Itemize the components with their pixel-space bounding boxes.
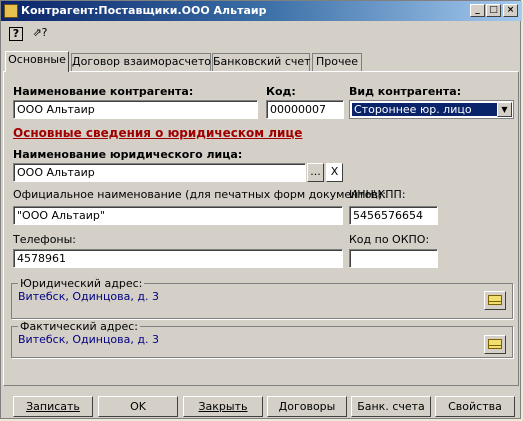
legal-address-label: Юридический адрес:	[18, 277, 145, 290]
section-title: Основные сведения о юридическом лице	[13, 126, 303, 140]
close-button[interactable]: ×	[503, 4, 518, 17]
type-label: Вид контрагента:	[349, 85, 462, 98]
properties-button[interactable]: Свойства	[435, 396, 515, 417]
type-select-value: Стороннее юр. лицо	[352, 103, 501, 116]
inn-label: ИНН\КПП:	[349, 188, 406, 201]
maximize-button[interactable]: □	[486, 4, 501, 17]
select-button[interactable]: ...	[307, 163, 324, 182]
official-name-field[interactable]: "ООО Альтаир"	[13, 206, 343, 225]
name-field[interactable]: ООО Альтаир	[13, 100, 258, 119]
name-label: Наименование контрагента:	[13, 85, 194, 98]
inn-field[interactable]: 5456576654	[349, 206, 438, 225]
chevron-down-icon[interactable]: ▼	[497, 102, 512, 117]
app-icon	[4, 4, 18, 18]
code-field[interactable]: 00000007	[266, 100, 344, 119]
phones-label: Телефоны:	[13, 233, 77, 246]
okpo-label: Код по ОКПО:	[349, 233, 430, 246]
type-select[interactable]: Стороннее юр. лицо ▼	[349, 100, 514, 119]
code-label: Код:	[266, 85, 296, 98]
tab-main[interactable]: Основные	[5, 51, 69, 72]
window-title: Контрагент:Поставщики.ООО Альтаир	[21, 4, 267, 17]
envelope-icon	[488, 339, 502, 349]
help-icon[interactable]: ?	[9, 27, 23, 41]
legal-address-group: Юридический адрес: Витебск, Одинцова, д.…	[11, 277, 513, 319]
save-button[interactable]: Записать	[13, 396, 93, 417]
ok-button[interactable]: OK	[98, 396, 178, 417]
actual-address-label: Фактический адрес:	[18, 320, 141, 333]
envelope-icon	[488, 295, 502, 305]
tab-other[interactable]: Прочее	[312, 53, 362, 71]
okpo-field[interactable]	[349, 249, 438, 268]
minimize-button[interactable]: _	[470, 4, 485, 17]
legal-name-label: Наименование юридического лица:	[13, 148, 243, 161]
legal-address-value: Витебск, Одинцова, д. 3	[18, 290, 159, 303]
close-form-button[interactable]: Закрыть	[183, 396, 263, 417]
actual-address-value: Витебск, Одинцова, д. 3	[18, 333, 159, 346]
phones-field[interactable]: 4578961	[13, 249, 343, 268]
actual-address-edit-button[interactable]	[484, 335, 506, 354]
bank-accounts-button[interactable]: Банк. счета	[351, 396, 431, 417]
title-bar[interactable]: Контрагент:Поставщики.ООО Альтаир _ □ ×	[1, 1, 522, 21]
tab-bank-account[interactable]: Банковский счет	[212, 53, 311, 71]
legal-address-edit-button[interactable]	[484, 291, 506, 310]
whats-this-icon[interactable]: ⇗?	[31, 25, 49, 41]
official-name-label: Официальное наименование (для печатных ф…	[13, 188, 386, 201]
clear-button[interactable]: X	[326, 163, 343, 182]
actual-address-group: Фактический адрес: Витебск, Одинцова, д.…	[11, 320, 513, 358]
dialog-window: Контрагент:Поставщики.ООО Альтаир _ □ × …	[0, 0, 522, 419]
legal-name-field[interactable]: ООО Альтаир	[13, 163, 306, 182]
tab-contract[interactable]: Договор взаиморасчетов	[71, 53, 217, 71]
contracts-button[interactable]: Договоры	[267, 396, 347, 417]
